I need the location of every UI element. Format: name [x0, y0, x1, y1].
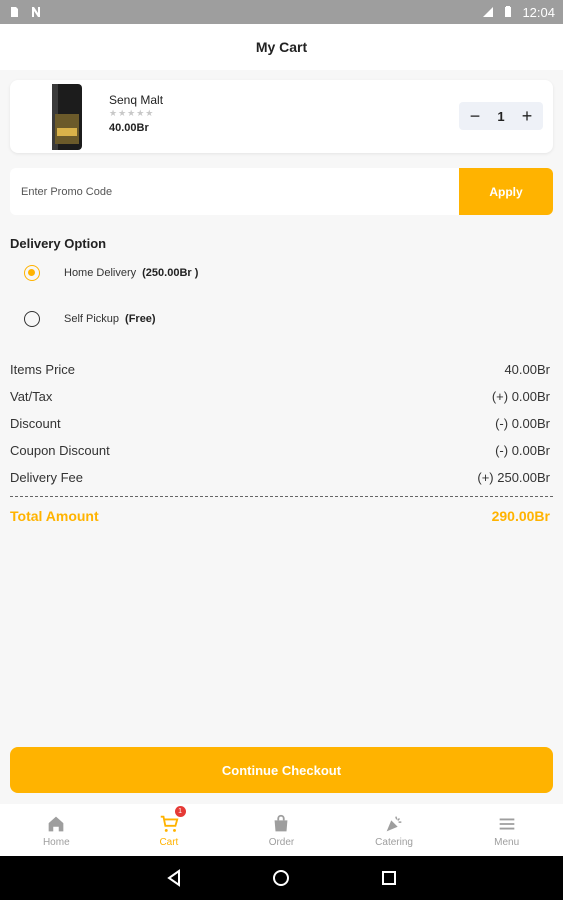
plus-icon[interactable]: + [517, 107, 537, 125]
promo-bar: Apply [10, 168, 553, 215]
continue-checkout-button[interactable]: Continue Checkout [10, 747, 553, 793]
bag-icon [275, 814, 288, 831]
summary-row: Vat/Tax (+) 0.00Br [10, 389, 550, 404]
delivery-option-label: Home Delivery [64, 267, 137, 279]
app-bar: My Cart [0, 24, 563, 70]
summary-row: Delivery Fee (+) 250.00Br [10, 470, 550, 485]
summary-divider [10, 496, 553, 497]
summary-row: Discount (-) 0.00Br [10, 416, 550, 431]
apply-button[interactable]: Apply [459, 168, 553, 215]
system-nav-bar [0, 856, 563, 900]
product-rating: ★★★★★ [109, 108, 155, 118]
quantity-stepper: − 1 + [459, 102, 543, 130]
summary-value: (+) 0.00Br [491, 389, 550, 404]
product-name: Senq Malt [109, 93, 164, 107]
radio-unselected-icon[interactable] [24, 311, 40, 327]
quantity-value: 1 [497, 108, 505, 124]
home-circle-icon[interactable] [272, 869, 290, 887]
product-image [52, 84, 82, 150]
page-title: My Cart [255, 39, 308, 55]
summary-label: Vat/Tax [10, 389, 53, 404]
nav-label: Order [268, 836, 295, 848]
delivery-option-label: Self Pickup [64, 313, 120, 325]
status-bar: 12:04 [0, 0, 563, 24]
delivery-option-fee: (Free) [125, 313, 156, 325]
total-value: 290.00Br [491, 508, 550, 524]
nav-menu[interactable]: Menu [450, 804, 563, 856]
back-icon[interactable] [165, 869, 183, 887]
product-info: Senq Malt ★★★★★ 40.00Br [109, 93, 163, 134]
nav-catering[interactable]: Catering [338, 804, 451, 856]
battery-icon [505, 6, 512, 17]
summary-label: Coupon Discount [10, 443, 110, 458]
nav-label: Home [42, 836, 70, 848]
summary-value: (+) 250.00Br [477, 470, 550, 485]
delivery-option-home[interactable]: Home Delivery (250.00Br ) [24, 265, 198, 281]
summary-label: Discount [10, 416, 61, 431]
nav-label: Menu [494, 836, 520, 848]
n-icon [32, 7, 40, 17]
delivery-option-pickup[interactable]: Self Pickup (Free) [24, 311, 156, 327]
nav-label: Cart [159, 836, 179, 848]
party-icon [386, 815, 402, 831]
cart-badge: 1 [174, 806, 186, 817]
delivery-option-title: Delivery Option [10, 236, 107, 251]
total-row: Total Amount 290.00Br [10, 508, 550, 524]
total-label: Total Amount [10, 508, 99, 524]
summary-value: (-) 0.00Br [495, 443, 550, 458]
summary-label: Delivery Fee [10, 470, 83, 485]
summary-row: Items Price 40.00Br [10, 362, 550, 377]
sd-card-icon [11, 7, 18, 17]
summary-label: Items Price [10, 362, 76, 377]
nav-label: Catering [375, 836, 413, 848]
signal-icon [483, 7, 494, 17]
summary-row: Coupon Discount (-) 0.00Br [10, 443, 550, 458]
menu-icon [499, 818, 515, 829]
nav-order[interactable]: Order [225, 804, 338, 856]
recents-icon[interactable] [380, 869, 398, 887]
summary-value: (-) 0.00Br [495, 416, 550, 431]
summary-value: 40.00Br [504, 362, 550, 377]
product-price: 40.00Br [109, 122, 149, 134]
radio-selected-icon[interactable] [24, 265, 40, 281]
nav-cart[interactable]: 1 Cart [113, 804, 226, 856]
cart-item[interactable]: Senq Malt ★★★★★ 40.00Br − 1 + [10, 80, 553, 153]
bottom-nav: Home 1 Cart Order Catering Menu [0, 804, 563, 856]
nav-home[interactable]: Home [0, 804, 113, 856]
home-icon [48, 816, 64, 831]
minus-icon[interactable]: − [465, 107, 485, 125]
delivery-option-fee: (250.00Br ) [142, 267, 199, 279]
status-time: 12:04 [522, 4, 555, 20]
promo-code-input[interactable] [10, 168, 459, 215]
